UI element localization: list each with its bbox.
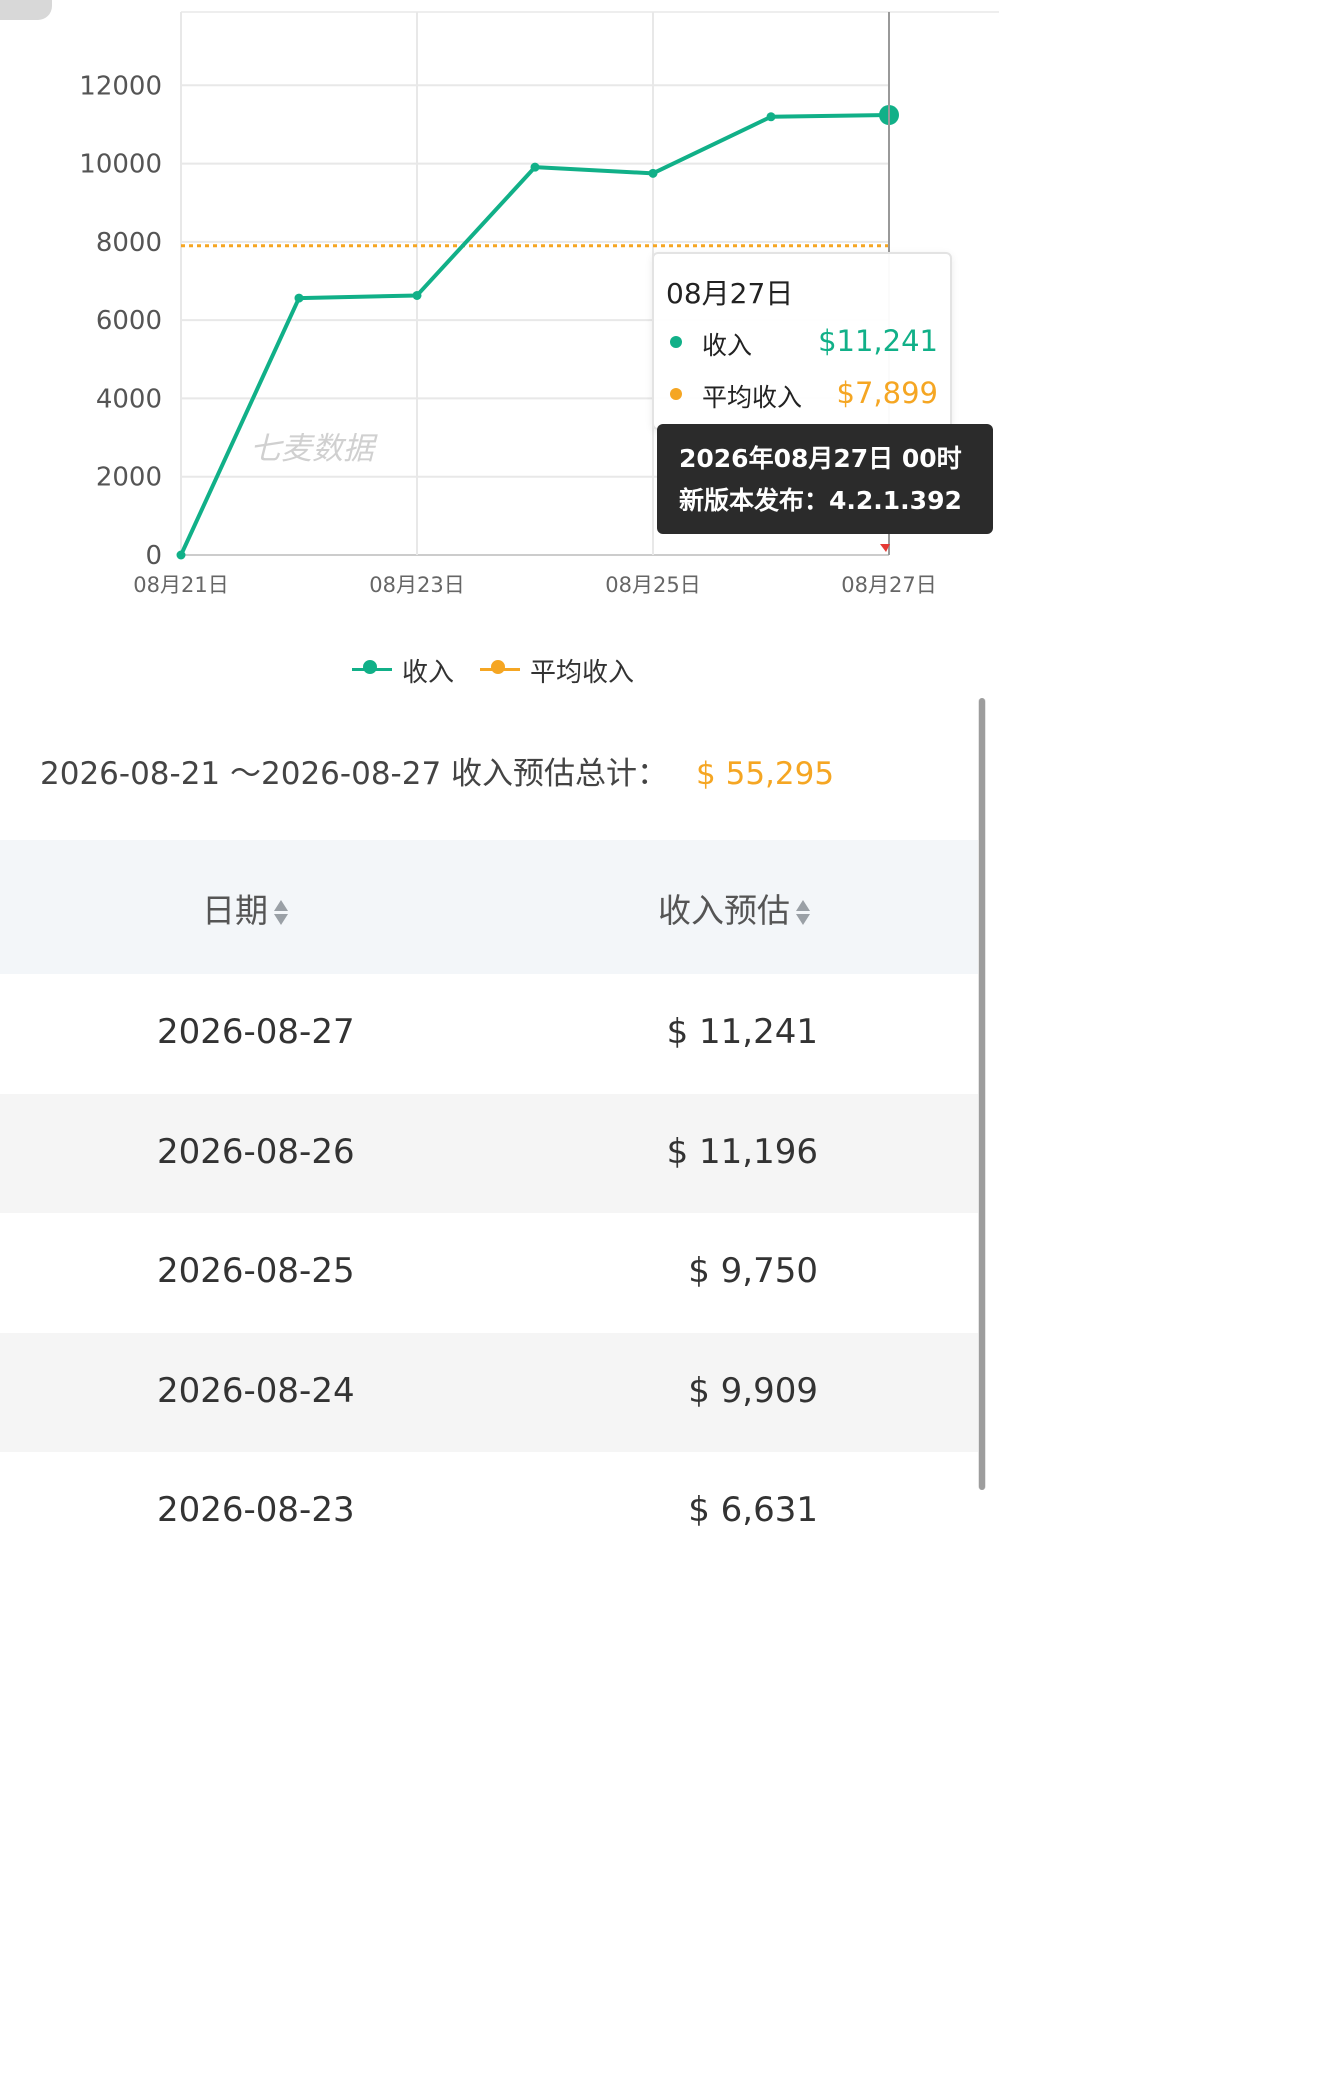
legend-average-marker-icon (491, 660, 505, 674)
y-tick-label: 8000 (96, 228, 162, 258)
x-tick-label: 08月27日 (841, 573, 936, 597)
legend-item-average[interactable]: 平均收入 (480, 650, 650, 690)
chart-legend: 收入 平均收入 (0, 650, 999, 690)
table-row: 2026-08-26 $ 11,196 (0, 1093, 978, 1213)
y-tick-label: 2000 (96, 463, 162, 493)
header-revenue[interactable]: 收入预估 (658, 884, 810, 932)
revenue-data-point (766, 112, 776, 122)
row-revenue: $ 9,909 (688, 1370, 818, 1411)
tooltip-row-revenue: 收入 $11,241 (668, 322, 938, 362)
x-tick-label: 08月25日 (605, 573, 700, 597)
summary-total: $ 55,295 (696, 756, 835, 792)
y-tick-label: 6000 (96, 306, 162, 336)
revenue-chart[interactable]: 0 2000 4000 6000 8000 10000 12000 08月21日 08月23日 0… (0, 0, 999, 700)
header-date[interactable]: 日期 (202, 884, 288, 932)
average-dot-icon (670, 388, 682, 400)
legend-item-revenue[interactable]: 收入 (352, 650, 472, 690)
table-row: 2026-08-25 $ 9,750 (0, 1213, 978, 1333)
row-date: 2026-08-24 (157, 1370, 355, 1411)
table-header: 日期 收入预估 (0, 840, 978, 974)
revenue-data-point (530, 162, 540, 172)
tooltip-revenue-label: 收入 (702, 331, 753, 360)
y-tick-label: 0 (145, 541, 162, 571)
table-row: 2026-08-23 $ 6,631 (0, 1452, 978, 1572)
legend-revenue-label: 收入 (402, 658, 455, 688)
y-tick-label: 12000 (79, 71, 162, 101)
tooltip-revenue-value: $11,241 (818, 324, 938, 358)
revenue-data-point (294, 293, 304, 303)
revenue-summary: 2026-08-21 ～2026-08-27 收入预估总计： $ 55,295 (40, 748, 834, 793)
tooltip-average-value: $7,899 (836, 376, 938, 410)
revenue-table: 日期 收入预估 2026-08-27 $ 11,241 2026-08-26 $… (0, 840, 978, 1572)
chart-tooltip: 08月27日 收入 $11,241 平均收入 $7,899 (652, 252, 952, 430)
y-tick-label: 4000 (96, 384, 162, 414)
legend-average-label: 平均收入 (530, 658, 635, 688)
x-tick-label: 08月21日 (133, 573, 228, 597)
release-note-version: 新版本发布：4.2.1.392 (679, 486, 962, 515)
tooltip-row-average: 平均收入 $7,899 (668, 374, 938, 414)
y-tick-label: 10000 (79, 150, 162, 180)
tooltip-average-label: 平均收入 (702, 383, 803, 412)
row-date: 2026-08-26 (157, 1131, 355, 1172)
revenue-dot-icon (670, 336, 682, 348)
revenue-data-point (412, 290, 422, 300)
scrollbar[interactable] (978, 698, 986, 1490)
revenue-data-point (176, 550, 186, 560)
row-revenue: $ 11,241 (666, 1012, 818, 1052)
release-note-date: 2026年08月27日 00时 (679, 444, 962, 473)
row-date: 2026-08-23 (157, 1490, 355, 1530)
row-revenue: $ 9,750 (688, 1251, 818, 1291)
legend-revenue-marker-icon (363, 660, 377, 674)
row-revenue: $ 11,196 (666, 1131, 818, 1172)
row-date: 2026-08-27 (157, 1012, 355, 1052)
x-tick-label: 08月23日 (369, 573, 464, 597)
header-date-label: 日期 (202, 891, 268, 930)
row-date: 2026-08-25 (157, 1251, 355, 1291)
chart-watermark: 七麦数据 (250, 431, 378, 467)
header-revenue-label: 收入预估 (658, 891, 790, 930)
sort-icon[interactable] (274, 898, 288, 928)
release-note-tooltip: 2026年08月27日 00时 新版本发布：4.2.1.392 (657, 424, 993, 534)
row-revenue: $ 6,631 (688, 1490, 818, 1530)
table-row: 2026-08-24 $ 9,909 (0, 1332, 978, 1452)
revenue-data-point (648, 168, 658, 178)
tooltip-title: 08月27日 (666, 277, 794, 310)
scrollbar-thumb[interactable] (979, 698, 985, 1490)
sort-icon[interactable] (796, 898, 810, 928)
table-row: 2026-08-27 $ 11,241 (0, 974, 978, 1094)
summary-label: 2026-08-21 ～2026-08-27 收入预估总计： (40, 756, 669, 792)
